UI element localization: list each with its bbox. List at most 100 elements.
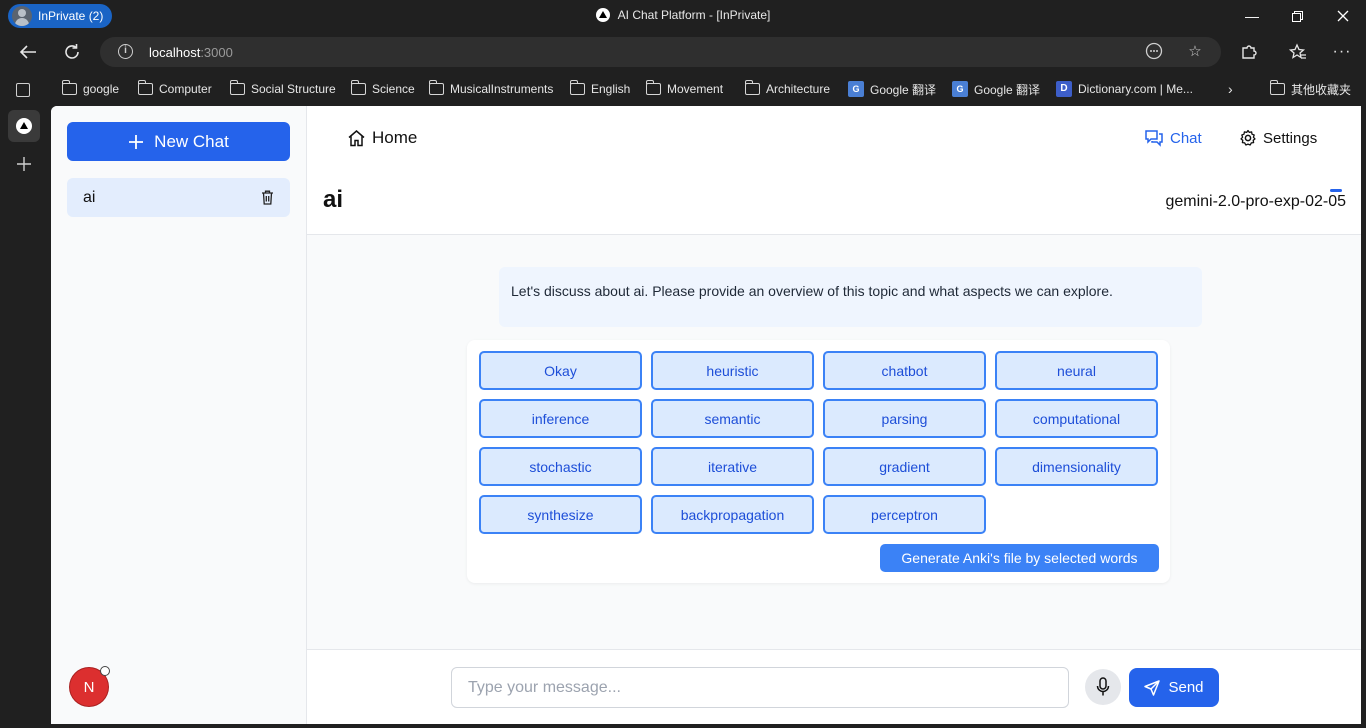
back-arrow-icon (19, 45, 36, 59)
microphone-icon (1096, 677, 1110, 696)
folder-icon (1270, 80, 1285, 95)
word-chip[interactable]: synthesize (479, 495, 642, 534)
folder-icon (62, 80, 77, 95)
tab-actions-icon[interactable] (16, 83, 30, 97)
folder-icon (646, 80, 661, 95)
message-composer: Send (307, 649, 1361, 724)
folder-icon (745, 80, 760, 95)
address-text: localhost:3000 (149, 45, 233, 60)
window-title-text: AI Chat Platform - [InPrivate] (617, 8, 771, 22)
gear-icon (1240, 129, 1256, 146)
browser-side-strip (0, 104, 48, 728)
minimize-button[interactable]: — (1229, 0, 1275, 32)
chat-header: ai gemini-2.0-pro-exp-02-05 (307, 170, 1361, 235)
word-chip[interactable]: computational (995, 399, 1158, 438)
chat-bubbles-icon (1145, 130, 1163, 147)
trash-icon[interactable] (261, 190, 274, 205)
send-button[interactable]: Send (1129, 668, 1219, 707)
word-chip[interactable]: dimensionality (995, 447, 1158, 486)
word-chip[interactable]: inference (479, 399, 642, 438)
favorite-star-icon[interactable]: ☆ (1185, 42, 1205, 62)
settings-nav-link[interactable]: Settings (1239, 129, 1317, 147)
plus-icon (17, 157, 31, 171)
chat-list-item[interactable]: ai (67, 178, 290, 217)
close-icon (1337, 10, 1349, 22)
generate-anki-button[interactable]: Generate Anki's file by selected words (880, 544, 1159, 572)
bookmark-movement[interactable]: Movement (646, 80, 723, 98)
bookmarks-overflow-chevron-icon[interactable]: › (1228, 80, 1233, 98)
window-title: AI Chat Platform - [InPrivate] (0, 8, 1366, 22)
bookmark-google-translate-1[interactable]: G Google 翻译 (848, 80, 936, 98)
back-button[interactable] (14, 38, 42, 66)
favorites-button[interactable] (1284, 38, 1312, 66)
word-chip[interactable]: backpropagation (651, 495, 814, 534)
user-message: Let's discuss about ai. Please provide a… (499, 267, 1202, 327)
browser-titlebar: InPrivate (2) AI Chat Platform - [InPriv… (0, 0, 1366, 32)
chat-nav-link[interactable]: Chat (1144, 129, 1202, 147)
folder-icon (429, 80, 444, 95)
close-window-button[interactable] (1320, 0, 1366, 32)
folder-icon (138, 80, 153, 95)
word-chip[interactable]: parsing (823, 399, 986, 438)
bookmark-google[interactable]: google (62, 80, 119, 98)
address-bar[interactable]: i localhost:3000 ☆ (100, 37, 1221, 67)
chat-messages-area: Let's discuss about ai. Please provide a… (307, 235, 1361, 649)
model-name[interactable]: gemini-2.0-pro-exp-02-05 (1165, 193, 1346, 211)
main-panel: Home Chat Settings ai gemini-2.0-pro-exp… (307, 106, 1361, 724)
word-chip[interactable]: iterative (651, 447, 814, 486)
more-page-actions-icon[interactable] (1144, 42, 1164, 62)
bookmark-english[interactable]: English (570, 80, 630, 98)
refresh-icon (65, 44, 79, 59)
bookmark-science[interactable]: Science (351, 80, 415, 98)
puzzle-icon (1242, 45, 1257, 59)
bookmark-other-favorites[interactable]: 其他收藏夹 (1270, 80, 1351, 98)
word-chip[interactable]: semantic (651, 399, 814, 438)
chat-sidebar: New Chat ai N (51, 106, 307, 724)
user-avatar[interactable]: N (70, 666, 110, 706)
refresh-button[interactable] (58, 38, 86, 66)
bookmarks-bar: google Computer Social Structure Science… (0, 72, 1366, 104)
plus-icon (129, 134, 144, 149)
browser-navbar: i localhost:3000 ☆ ··· (0, 32, 1366, 72)
bookmark-social-structure[interactable]: Social Structure (230, 80, 336, 98)
folder-icon (230, 80, 245, 95)
word-chip[interactable]: neural (995, 351, 1158, 390)
voice-input-button[interactable] (1085, 669, 1121, 705)
send-icon (1144, 679, 1161, 696)
site-info-icon[interactable]: i (118, 44, 133, 59)
favorites-list-icon (1289, 43, 1306, 59)
settings-more-button[interactable]: ··· (1328, 38, 1356, 66)
new-chat-button[interactable]: New Chat (67, 122, 290, 161)
restore-icon (1291, 10, 1303, 22)
site-favicon-icon (595, 8, 610, 22)
word-chip[interactable]: heuristic (651, 351, 814, 390)
extensions-button[interactable] (1235, 38, 1263, 66)
bookmark-architecture[interactable]: Architecture (745, 80, 830, 98)
bookmark-computer[interactable]: Computer (138, 80, 212, 98)
word-chip[interactable]: chatbot (823, 351, 986, 390)
model-indicator (1330, 189, 1342, 192)
new-tab-button[interactable] (13, 154, 35, 176)
active-tab-button[interactable] (8, 110, 40, 142)
google-translate-icon: G (952, 81, 968, 97)
bookmark-google-translate-2[interactable]: G Google 翻译 (952, 80, 1040, 98)
word-chip[interactable]: gradient (823, 447, 986, 486)
maximize-button[interactable] (1274, 0, 1320, 32)
web-page: New Chat ai N Home Chat Settings ai gemi… (51, 106, 1361, 724)
folder-icon (351, 80, 366, 95)
chat-item-label: ai (83, 188, 96, 206)
folder-icon (570, 80, 585, 95)
word-chip[interactable]: stochastic (479, 447, 642, 486)
home-link[interactable]: Home (347, 128, 417, 148)
word-chip[interactable]: perceptron (823, 495, 986, 534)
bookmark-dictionary[interactable]: D Dictionary.com | Me... (1056, 80, 1193, 98)
status-badge (100, 666, 110, 676)
top-navigation: Home Chat Settings (307, 106, 1361, 170)
word-chip[interactable]: Okay (479, 351, 642, 390)
bookmark-musical-instruments[interactable]: MusicalInstruments (429, 80, 553, 98)
home-icon (348, 130, 365, 147)
message-input[interactable] (451, 667, 1069, 708)
chat-title: ai (323, 186, 344, 213)
dictionary-icon: D (1056, 81, 1072, 97)
more-dots-icon: ··· (1332, 43, 1352, 60)
